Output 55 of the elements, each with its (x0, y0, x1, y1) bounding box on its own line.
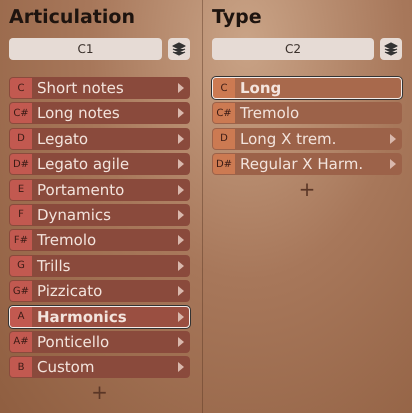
note-key: C (213, 78, 235, 98)
item-label: Long notes (36, 104, 121, 122)
list-item[interactable]: E Portamento (9, 178, 190, 201)
layers-icon[interactable] (168, 38, 190, 60)
note-key: G (10, 256, 32, 276)
item-label: Harmonics (36, 308, 128, 326)
note-key: D (10, 128, 32, 149)
list-item[interactable]: C# Long notes (9, 102, 190, 124)
column-title: Type (212, 6, 263, 30)
note-key: D (213, 128, 235, 149)
item-label: Trills (36, 256, 72, 275)
item-label: Short notes (36, 79, 125, 97)
note-key: C# (10, 103, 32, 124)
note-key: G# (10, 281, 32, 302)
list-item[interactable]: D# Legato agile (9, 153, 190, 176)
list-item[interactable]: D Long X trem. (212, 128, 402, 150)
note-key: A (10, 306, 32, 327)
note-key: D# (213, 154, 235, 174)
item-label: Tremolo (36, 231, 98, 250)
item-label: Pizzicato (36, 282, 104, 300)
item-label: Custom (36, 358, 96, 376)
item-label: Dynamics (36, 206, 112, 224)
key-field[interactable]: C1 (9, 38, 162, 60)
note-key: A# (10, 332, 32, 352)
item-label: Regular X Harm. (239, 155, 364, 174)
item-label: Long X trem. (239, 130, 338, 148)
list-item[interactable]: C Long (212, 77, 402, 99)
list-item[interactable]: D# Regular X Harm. (212, 153, 402, 176)
note-key: E (10, 180, 32, 200)
note-key: C# (213, 103, 235, 124)
item-label: Tremolo (239, 104, 300, 122)
list-item[interactable]: G# Pizzicato (9, 280, 190, 302)
list-item[interactable]: D Legato (9, 128, 190, 150)
item-label: Ponticello (36, 332, 110, 351)
list-item[interactable]: G Trills (9, 254, 190, 277)
note-key: F# (10, 230, 32, 250)
add-button[interactable]: + (298, 179, 316, 200)
list-item[interactable]: B Custom (9, 356, 190, 378)
item-label: Portamento (36, 180, 126, 199)
key-field[interactable]: C2 (212, 38, 374, 60)
list-item[interactable]: C Short notes (9, 77, 190, 99)
note-key: C (10, 78, 32, 98)
note-key: D# (10, 154, 32, 174)
layers-icon[interactable] (380, 38, 402, 60)
item-label: Long (239, 79, 282, 97)
item-label: Legato (36, 130, 90, 148)
note-key: F (10, 204, 32, 225)
item-label: Legato agile (36, 155, 130, 174)
list-item[interactable]: A Harmonics (9, 306, 190, 328)
column-title: Articulation (9, 6, 136, 30)
note-key: B (10, 357, 32, 378)
list-item[interactable]: C# Tremolo (212, 102, 402, 124)
list-item[interactable]: F Dynamics (9, 204, 190, 226)
list-item[interactable]: A# Ponticello (9, 330, 190, 353)
list-item[interactable]: F# Tremolo (9, 229, 190, 252)
